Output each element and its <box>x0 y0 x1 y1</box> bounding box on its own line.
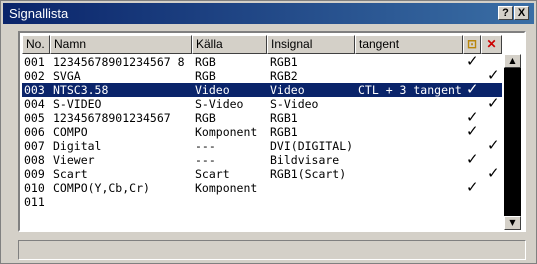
signal-list[interactable]: No. Namn Källa Insignal tangent ⊡ ✕ 001 1… <box>18 31 526 232</box>
close-button[interactable]: X <box>514 6 529 20</box>
row-name: NTSC3.58 <box>53 83 109 97</box>
row-no: 006 <box>24 125 45 139</box>
row-source: Komponent <box>195 181 258 195</box>
row-name: 12345678901234567 8 <box>53 55 185 69</box>
row-input: RGB1 <box>270 55 298 69</box>
row-name: Viewer <box>53 153 95 167</box>
row-no: 001 <box>24 55 45 69</box>
row-source: RGB <box>195 111 216 125</box>
column-header-row: No. Namn Källa Insignal tangent ⊡ ✕ <box>22 35 502 54</box>
row-no: 004 <box>24 97 45 111</box>
row-no: 007 <box>24 139 45 153</box>
skip-check-icon[interactable]: ✓ <box>487 67 500 83</box>
column-header-source[interactable]: Källa <box>192 35 267 54</box>
row-input: DVI(DIGITAL) <box>270 139 354 153</box>
table-row[interactable]: 001 12345678901234567 8 RGB RGB1 ✓ <box>22 53 502 69</box>
row-name: S-VIDEO <box>53 97 102 111</box>
row-source: Komponent <box>195 125 258 139</box>
row-no: 011 <box>24 195 45 209</box>
row-source: S-Video <box>195 97 244 111</box>
row-source: --- <box>195 139 216 153</box>
table-row[interactable]: 009 Scart Scart RGB1(Scart) ✓ <box>22 165 502 181</box>
column-header-input[interactable]: Insignal <box>267 35 355 54</box>
row-no: 008 <box>24 153 45 167</box>
row-input: RGB1 <box>270 111 298 125</box>
table-row[interactable]: 005 12345678901234567 RGB RGB1 ✓ <box>22 109 502 125</box>
vertical-scrollbar[interactable]: ▲ ▼ <box>504 54 521 230</box>
row-no: 002 <box>24 69 45 83</box>
row-name: COMPO <box>53 125 88 139</box>
skip-check-icon[interactable]: ✓ <box>487 165 500 181</box>
help-button[interactable]: ? <box>498 6 513 20</box>
column-header-no[interactable]: No. <box>22 35 50 54</box>
table-row[interactable]: 006 COMPO Komponent RGB1 ✓ <box>22 123 502 139</box>
lock-check-icon[interactable]: ✓ <box>466 123 479 139</box>
table-row[interactable]: 007 Digital --- DVI(DIGITAL) ✓ <box>22 137 502 153</box>
row-input: S-Video <box>270 97 319 111</box>
status-field <box>18 240 526 260</box>
row-name: SVGA <box>53 69 81 83</box>
row-no: 009 <box>24 167 45 181</box>
row-source: RGB <box>195 69 216 83</box>
table-row[interactable]: 003 NTSC3.58 Video Video CTL + 3 tangent ✓ <box>22 81 502 97</box>
table-row[interactable]: 004 S-VIDEO S-Video S-Video ✓ <box>22 95 502 111</box>
row-no: 003 <box>24 83 45 97</box>
row-source: Scart <box>195 167 230 181</box>
title-bar: Signallista ? X <box>3 3 534 24</box>
lock-check-icon[interactable]: ✓ <box>466 151 479 167</box>
row-name: Digital <box>53 139 102 153</box>
lock-check-icon[interactable]: ✓ <box>466 81 479 97</box>
row-input: Video <box>270 83 305 97</box>
table-row[interactable]: 010 COMPO(Y,Cb,Cr) Komponent ✓ <box>22 179 502 195</box>
table-row[interactable]: 011 <box>22 195 502 209</box>
skip-check-icon[interactable]: ✓ <box>487 137 500 153</box>
row-no: 005 <box>24 111 45 125</box>
table-row[interactable]: 002 SVGA RGB RGB2 ✓ <box>22 67 502 83</box>
window-title: Signallista <box>9 6 69 21</box>
row-input: RGB2 <box>270 69 298 83</box>
skip-check-icon[interactable]: ✓ <box>487 95 500 111</box>
scroll-thumb[interactable] <box>504 68 521 216</box>
signal-list-window: Signallista ? X No. Namn Källa Insignal … <box>0 0 537 264</box>
column-header-tangent[interactable]: tangent <box>355 35 463 54</box>
row-input: RGB1(Scart) <box>270 167 347 181</box>
lock-check-icon[interactable]: ✓ <box>466 53 479 69</box>
row-source: --- <box>195 153 216 167</box>
row-tangent: CTL + 3 tangent <box>358 83 462 97</box>
row-source: RGB <box>195 55 216 69</box>
column-header-name[interactable]: Namn <box>50 35 192 54</box>
row-name: 12345678901234567 <box>53 111 171 125</box>
row-no: 010 <box>24 181 45 195</box>
skip-icon[interactable]: ✕ <box>481 35 502 54</box>
row-name: Scart <box>53 167 88 181</box>
lock-check-icon[interactable]: ✓ <box>466 179 479 195</box>
row-source: Video <box>195 83 230 97</box>
scroll-down-button[interactable]: ▼ <box>504 216 521 230</box>
row-input: Bildvisare <box>270 153 340 167</box>
row-name: COMPO(Y,Cb,Cr) <box>53 181 150 195</box>
row-input: RGB1 <box>270 125 298 139</box>
scroll-up-button[interactable]: ▲ <box>504 54 521 68</box>
table-row[interactable]: 008 Viewer --- Bildvisare ✓ <box>22 151 502 167</box>
